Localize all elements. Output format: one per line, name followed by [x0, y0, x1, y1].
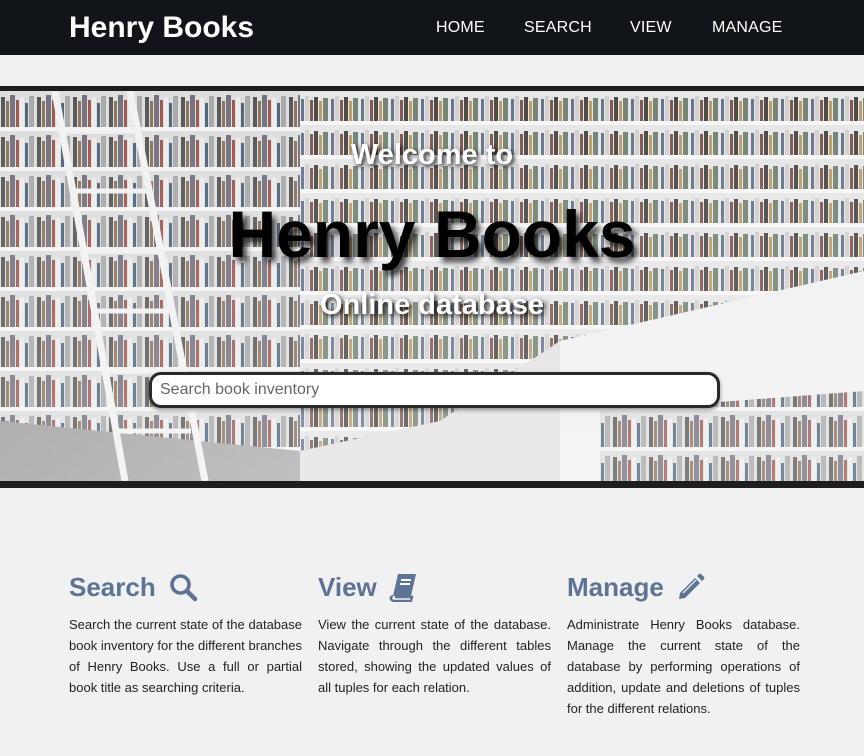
feature-view-description: View the current state of the database. …: [318, 617, 551, 695]
pencil-icon[interactable]: [676, 572, 706, 602]
feature-manage-description: Administrate Henry Books database. Manag…: [567, 617, 800, 716]
hero-banner: Welcome to Henry Books Online database: [0, 86, 864, 488]
hero-subtitle: Online database: [319, 289, 544, 321]
hero-image-frame: Welcome to Henry Books Online database: [0, 91, 864, 481]
feature-manage-header: Manage: [567, 570, 800, 604]
feature-search: Search Search the current state of the d…: [69, 570, 302, 698]
hero-welcome-text: Welcome to: [350, 139, 514, 171]
nav-item-home[interactable]: HOME: [436, 19, 485, 37]
feature-search-description: Search the current state of the database…: [69, 617, 302, 695]
feature-view-title[interactable]: View: [318, 570, 377, 604]
feature-manage: Manage Administrate Henry Books database…: [567, 570, 800, 719]
feature-manage-title[interactable]: Manage: [567, 570, 664, 604]
feature-view-header: View: [318, 570, 551, 604]
top-navbar: Henry Books HOME SEARCH VIEW MANAGE: [0, 0, 864, 55]
nav-item-view[interactable]: VIEW: [630, 19, 672, 37]
nav-item-manage[interactable]: MANAGE: [712, 19, 783, 37]
hero-title: Henry Books: [228, 197, 636, 271]
search-icon[interactable]: [168, 572, 198, 602]
brand-logo-text[interactable]: Henry Books: [69, 10, 254, 46]
search-input[interactable]: [149, 372, 720, 408]
book-icon[interactable]: [389, 572, 419, 603]
feature-search-title[interactable]: Search: [69, 570, 156, 604]
feature-view: View View the current state of the datab…: [318, 570, 551, 698]
feature-search-header: Search: [69, 570, 302, 604]
nav-item-search[interactable]: SEARCH: [524, 19, 592, 37]
